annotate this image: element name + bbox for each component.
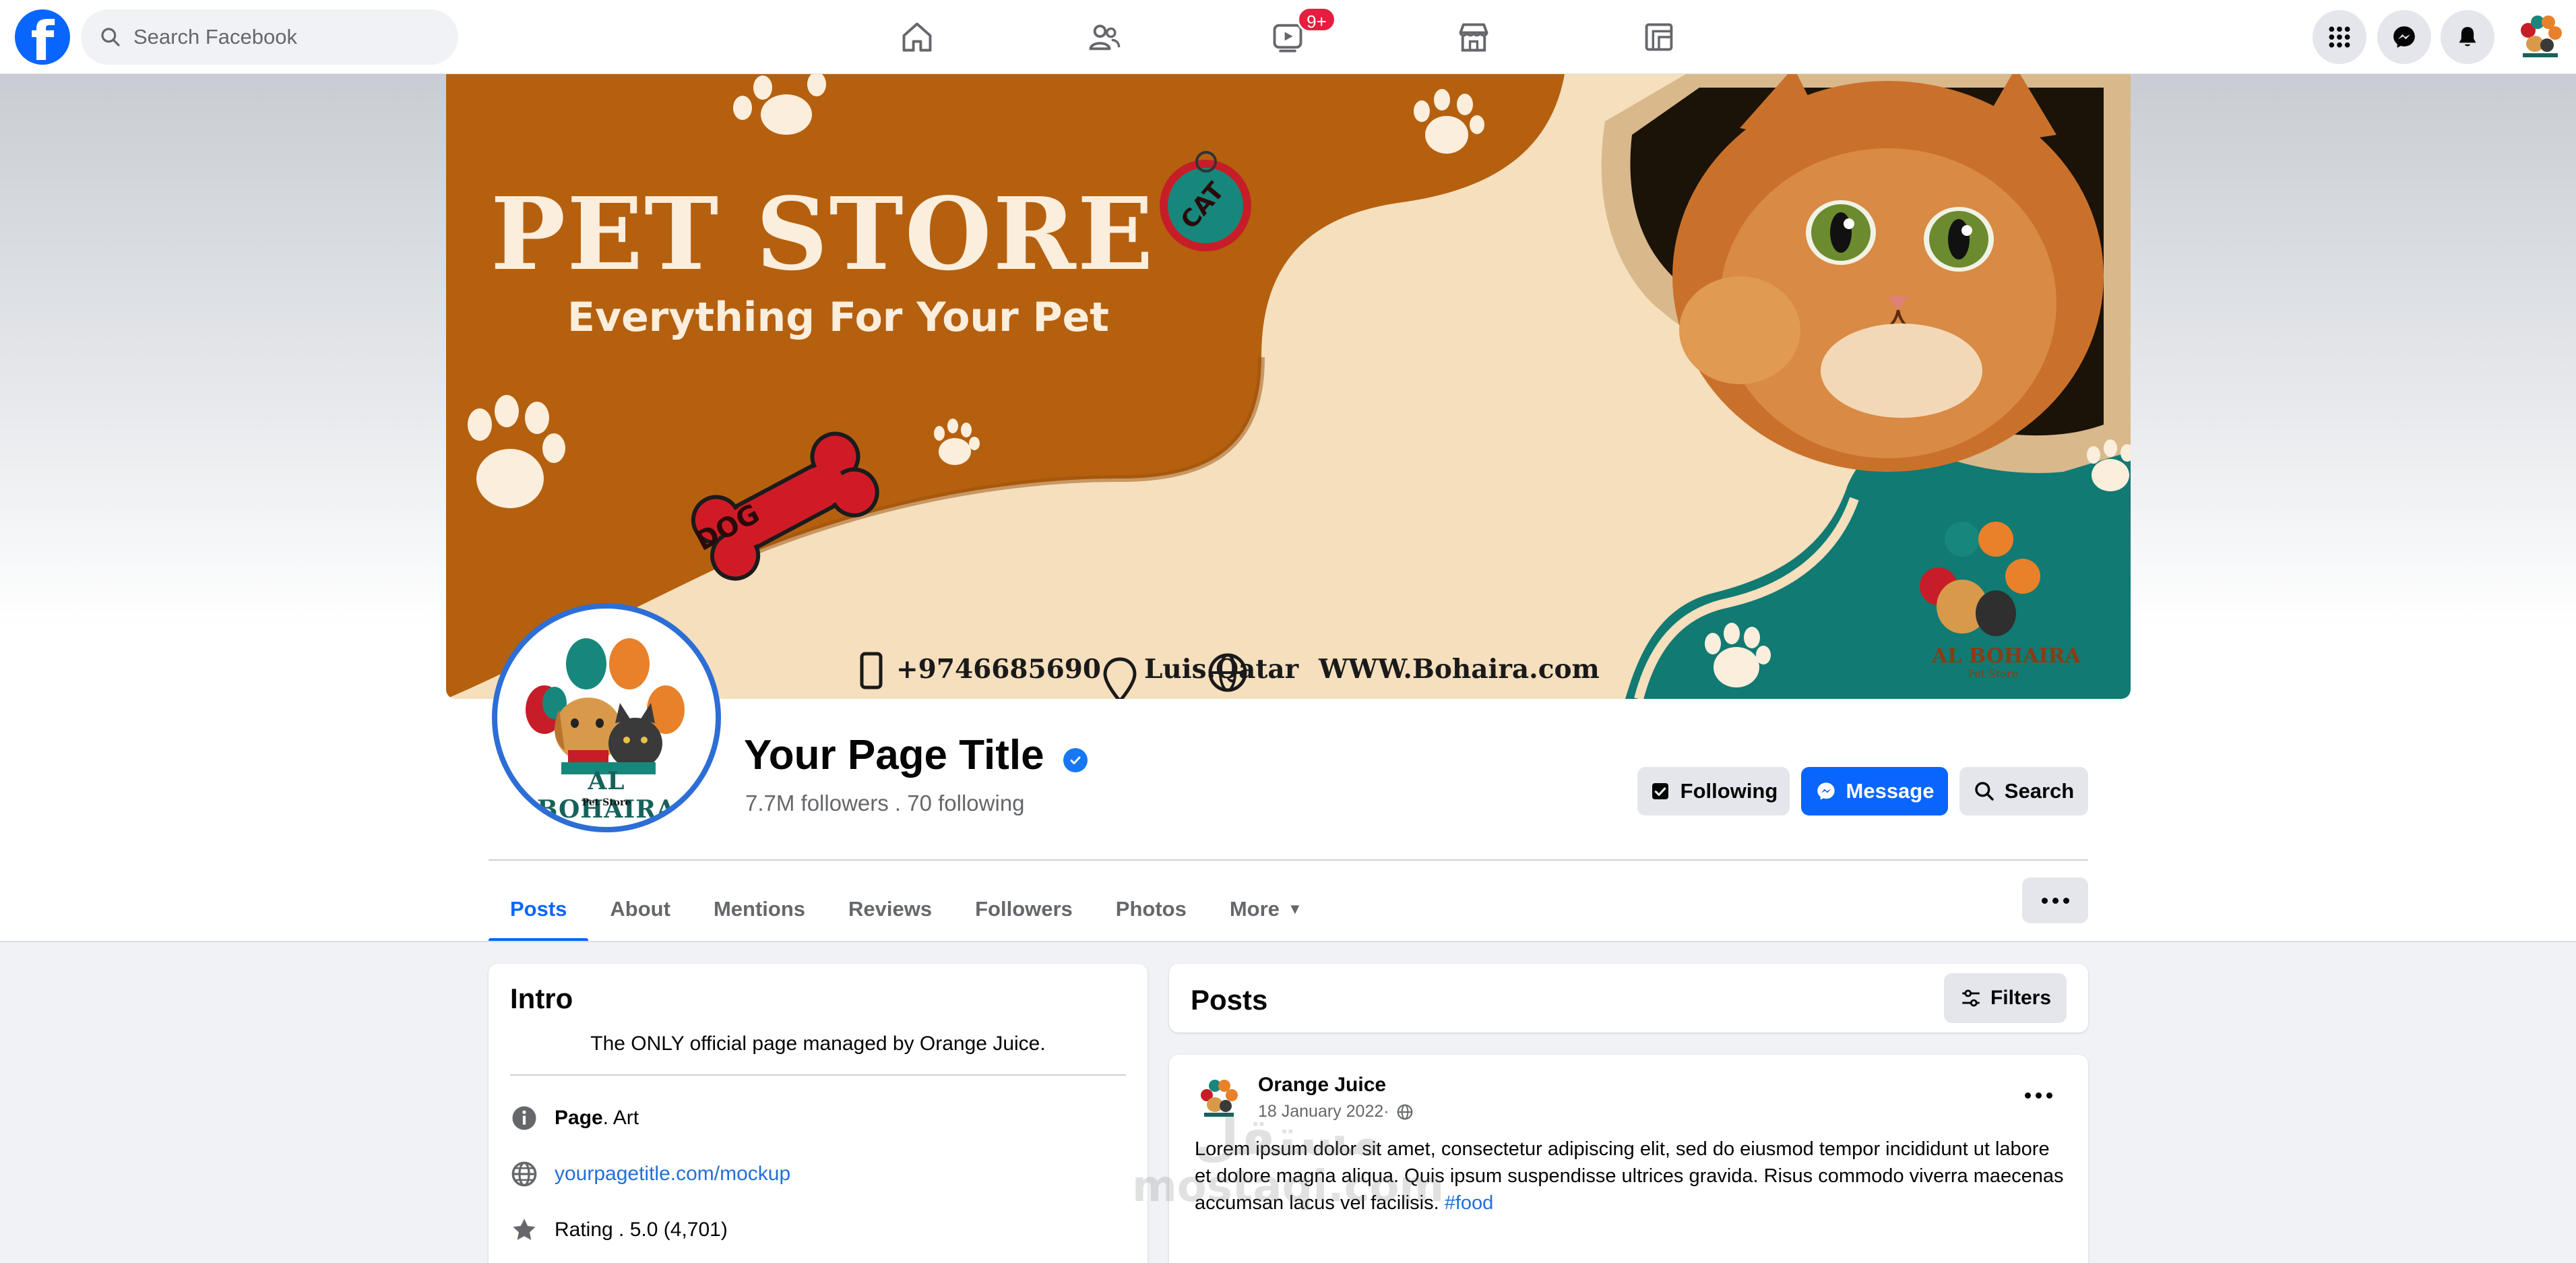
message-label: Message <box>1846 779 1935 803</box>
account-avatar[interactable] <box>2513 10 2567 64</box>
page-options-button[interactable] <box>2022 877 2088 923</box>
intro-website-link[interactable]: yourpagetitle.com/mockup <box>555 1163 790 1185</box>
notifications-icon <box>2459 27 2476 47</box>
dot <box>2025 1092 2031 1099</box>
following-button[interactable]: Following <box>1637 767 1790 815</box>
profile-logo-name: AL BOHAIRA <box>536 767 677 824</box>
search-label: Search <box>2004 779 2075 803</box>
tab-label: Reviews <box>848 897 933 921</box>
verified-badge-icon <box>1063 748 1088 772</box>
tab-label: Posts <box>510 897 567 921</box>
tab-label: About <box>610 897 670 921</box>
filters-button[interactable]: Filters <box>1944 973 2067 1023</box>
cover-logo-name: AL BOHAIRA <box>1932 644 2081 668</box>
dot <box>2036 1092 2042 1099</box>
posts-header-card: Posts Filters <box>1169 964 2088 1033</box>
video-notification-badge: 9+ <box>1297 7 1336 32</box>
caret-down-icon: ▼ <box>1287 900 1302 917</box>
search-icon <box>1975 782 1994 801</box>
cover-logo-subtitle: Pet Store <box>1968 667 2019 680</box>
search-icon <box>101 28 120 47</box>
watermark-arabic: مستقل <box>1194 1107 1382 1167</box>
dot <box>2063 897 2069 904</box>
menu-button[interactable] <box>2313 10 2366 64</box>
cover-phone: +9746685690 <box>896 654 1102 685</box>
cover-website: WWW.Bohaira.com <box>1319 654 1600 685</box>
nav-friends[interactable] <box>1081 15 1128 59</box>
tab-mentions[interactable]: Mentions <box>692 876 827 942</box>
paw-logo-icon <box>2521 16 2562 57</box>
messenger-icon <box>2393 26 2415 48</box>
messenger-button[interactable] <box>2377 10 2431 64</box>
sliders-icon <box>1962 989 1980 1007</box>
profile-picture[interactable]: AL BOHAIRA Pet Store <box>492 603 721 832</box>
filters-label: Filters <box>1990 987 2052 1009</box>
search-page-button[interactable]: Search <box>1959 767 2088 815</box>
header-bottom-border <box>0 941 2576 942</box>
header-divider <box>489 859 2088 861</box>
message-button[interactable]: Message <box>1801 767 1948 815</box>
intro-category-row: Page . Art <box>510 1104 639 1132</box>
intro-rating: Rating . 5.0 (4,701) <box>555 1219 728 1241</box>
dot <box>2041 897 2048 904</box>
intro-rating-row: Rating . 5.0 (4,701) <box>510 1216 728 1244</box>
nav-gaming[interactable] <box>1635 15 1683 59</box>
cover-title: PET STORE <box>491 175 1155 292</box>
tab-label: More <box>1229 897 1280 921</box>
tab-about[interactable]: About <box>588 876 692 942</box>
globe-icon <box>511 1161 537 1187</box>
post-options-button[interactable] <box>2025 1092 2052 1099</box>
posts-title: Posts <box>1191 984 1268 1016</box>
tab-label: Mentions <box>713 897 806 921</box>
cover-location: Luis.Qatar <box>1144 654 1299 685</box>
profile-logo-subtitle: Pet Store <box>582 797 631 808</box>
intro-category-label: Page <box>555 1107 603 1129</box>
cover-photo[interactable]: PET STORE Everything For Your Pet CAT DO… <box>446 74 2131 699</box>
gaming-icon <box>1645 23 1673 51</box>
watermark: مستقل mostaqi.com <box>1132 1107 1445 1212</box>
star-icon <box>513 1219 536 1240</box>
search-input[interactable] <box>133 25 430 49</box>
post-author[interactable]: Orange Juice <box>1258 1074 1386 1097</box>
marketplace-icon <box>1459 23 1488 52</box>
friends-icon <box>1089 24 1121 51</box>
dot <box>2052 897 2059 904</box>
intro-bio: The ONLY official page managed by Orange… <box>590 1033 1046 1055</box>
messenger-icon <box>1817 782 1835 800</box>
following-check-icon <box>1652 783 1668 799</box>
following-label: Following <box>1680 779 1778 803</box>
watermark-latin: mostaqi.com <box>1132 1162 1445 1212</box>
page-tabs: Posts About Mentions Reviews Followers P… <box>489 876 1324 942</box>
home-icon <box>902 22 932 52</box>
page-title: Your Page Title <box>744 732 1044 778</box>
intro-category-value: . Art <box>602 1107 639 1129</box>
nav-home[interactable] <box>893 15 941 59</box>
search-box[interactable] <box>81 9 458 65</box>
tab-followers[interactable]: Followers <box>953 876 1094 942</box>
tab-label: Photos <box>1115 897 1187 921</box>
facebook-page: f 9+ <box>0 0 2576 1263</box>
notifications-button[interactable] <box>2441 10 2494 64</box>
dot <box>2046 1092 2052 1099</box>
intro-website-row: yourpagetitle.com/mockup <box>510 1160 790 1188</box>
intro-title: Intro <box>510 983 573 1014</box>
tab-reviews[interactable]: Reviews <box>827 876 953 942</box>
tab-posts[interactable]: Posts <box>489 876 589 942</box>
intro-card: Intro The ONLY official page managed by … <box>489 964 1148 1263</box>
facebook-logo[interactable]: f <box>15 9 70 65</box>
tab-photos[interactable]: Photos <box>1094 876 1208 942</box>
tab-more[interactable]: More ▼ <box>1208 876 1324 942</box>
post-hashtag[interactable]: #food <box>1445 1192 1494 1214</box>
top-navigation-bar: f 9+ <box>0 0 2576 74</box>
cover-subtitle: Everything For Your Pet <box>567 294 1109 341</box>
cover-artwork <box>446 74 2131 699</box>
info-icon <box>512 1106 536 1130</box>
intro-divider <box>510 1074 1126 1076</box>
tab-label: Followers <box>975 897 1073 921</box>
followers-count[interactable]: 7.7M followers . 70 following <box>745 791 1025 816</box>
menu-grid-icon <box>2329 26 2350 48</box>
nav-marketplace[interactable] <box>1450 15 1497 59</box>
